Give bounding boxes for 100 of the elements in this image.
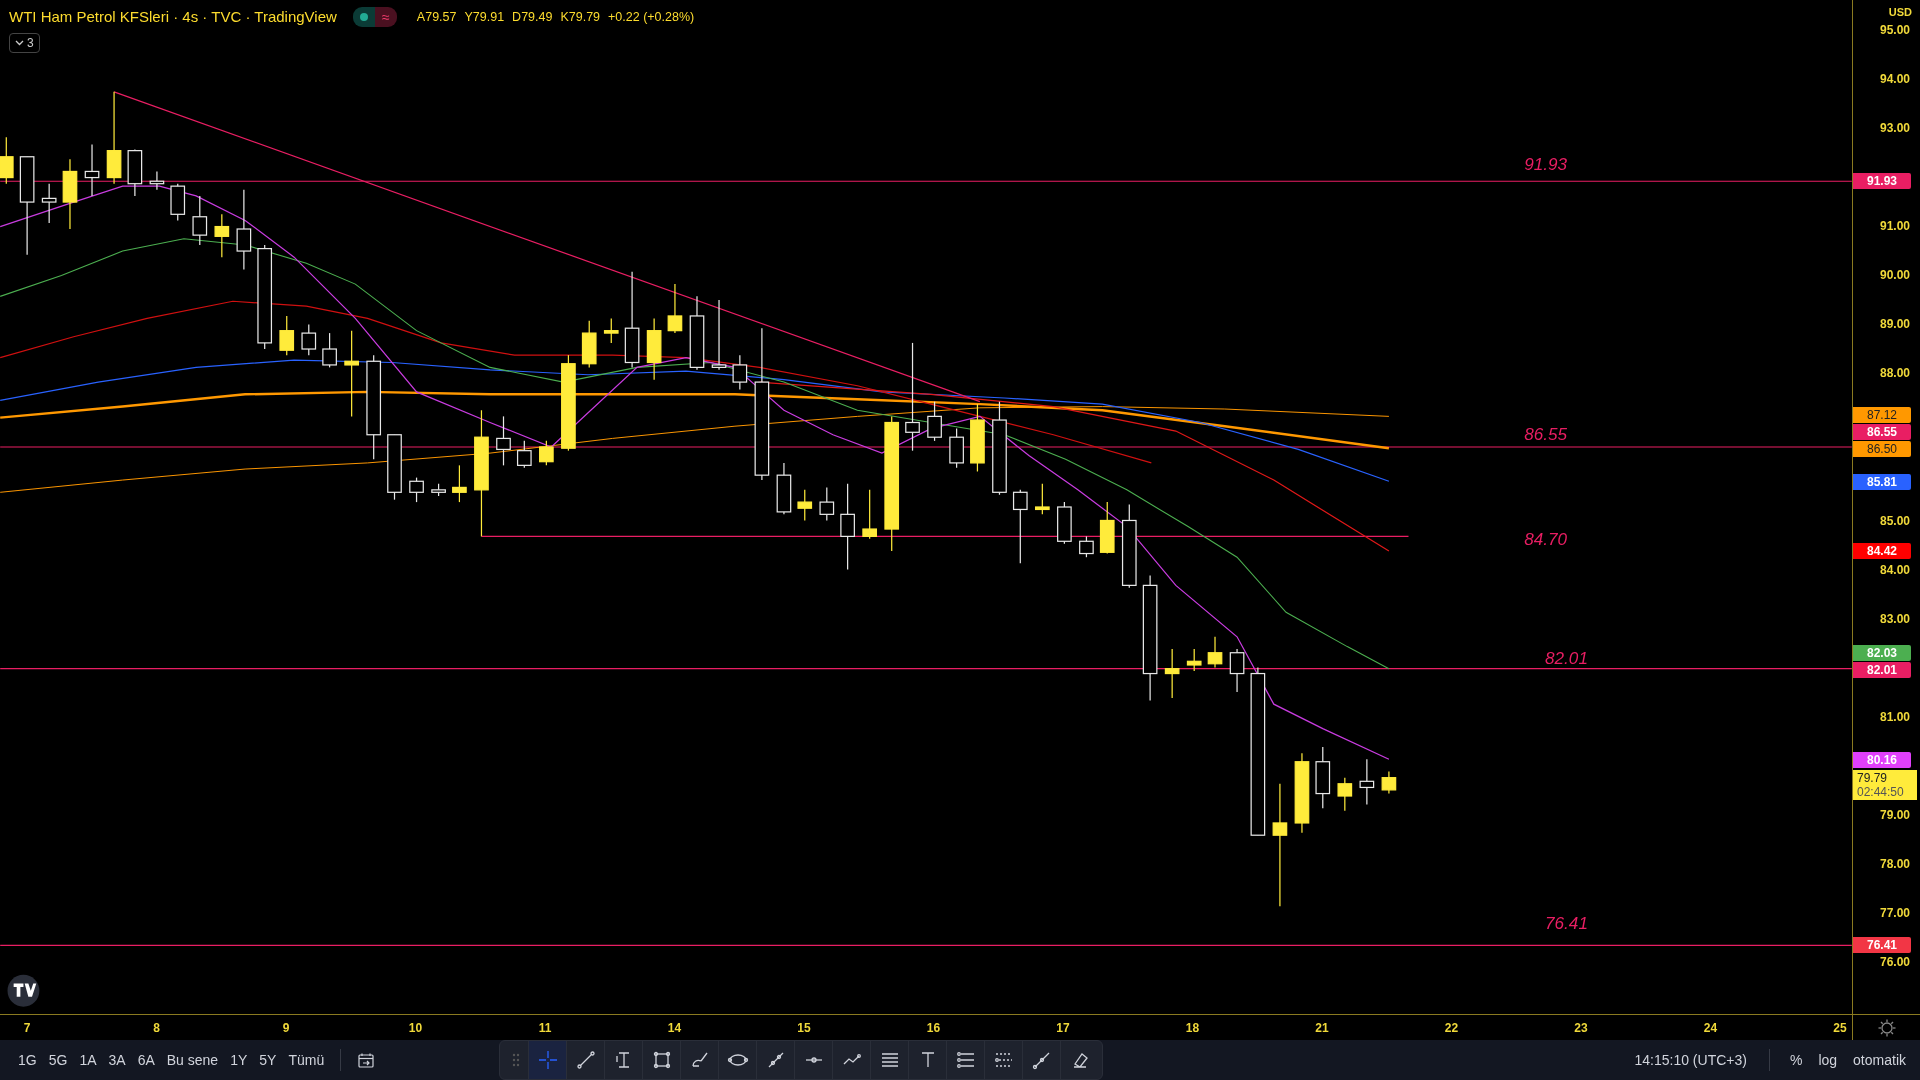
candlestick [192,195,208,246]
ohlc-value: K79.79 [560,8,601,26]
candlestick [409,477,424,503]
data-status-indicator: ≈ [374,7,397,28]
candlestick [949,428,964,469]
price-label: 88.00 [1879,365,1910,383]
price-label: 84.00 [1879,561,1910,579]
level-label: 91.93 [1524,154,1568,175]
candlestick [927,401,942,442]
candlestick [496,415,511,466]
time-label: 22 [1444,1020,1459,1037]
currency-selector[interactable]: USD [1888,4,1912,21]
price-tag: 91.93 [1853,173,1911,189]
price-label: 76.00 [1879,953,1910,971]
price-tag: 86.50 [1853,441,1911,457]
scale-option[interactable]: log [1812,1047,1844,1073]
range-button[interactable]: Bu sene [160,1047,225,1073]
calendar-icon [357,1051,376,1070]
candlestick [581,320,597,368]
time-label: 25 [1833,1020,1847,1037]
price-tag: 87.12 [1853,407,1911,423]
price-label: 77.00 [1879,904,1910,922]
price-label: 95.00 [1879,22,1910,39]
time-label: 10 [408,1020,423,1037]
candlestick [646,317,662,381]
clock-time: 14:15:10 (UTC+3) [1634,1050,1747,1070]
candlestick [279,315,295,356]
price-tag: 76.41 [1853,937,1911,953]
candlestick [322,332,337,368]
candlestick [862,489,877,540]
range-button[interactable]: 1A [73,1047,103,1073]
time-label: 23 [1574,1020,1588,1037]
range-button[interactable]: 1G [12,1047,43,1073]
market-status-icon [352,7,375,28]
candlestick [1099,501,1115,555]
price-label: 78.00 [1879,855,1910,873]
candlestick [1057,501,1072,545]
range-button[interactable]: 5Y [253,1047,283,1073]
price-label: 79.00 [1879,806,1910,824]
candlestick [776,462,792,515]
candlestick [62,158,78,230]
scale-option[interactable]: % [1783,1047,1809,1073]
candlestick [387,434,402,501]
time-label: 21 [1315,1020,1329,1037]
candlestick [301,323,317,356]
candlestick [431,483,446,497]
price-label: 85.00 [1879,512,1910,530]
candlestick [1079,535,1094,558]
time-label: 15 [797,1020,811,1037]
candlestick [0,136,14,185]
price-label: 94.00 [1879,71,1910,89]
bar-countdown: 02:44:50 [1857,785,1905,799]
ohlc-value: A79.57 [416,8,457,26]
price-tag: 80.16 [1853,752,1911,768]
ohlc-value: +0.22 (+0.28%) [608,8,695,26]
candlestick [1229,648,1245,693]
time-label: 9 [282,1020,290,1037]
price-label: 93.00 [1879,120,1910,138]
candlestick [127,148,143,197]
range-button[interactable]: 6A [131,1047,161,1073]
price-tag: 82.01 [1853,662,1911,678]
candlestick [84,143,100,197]
time-label: 24 [1703,1020,1718,1037]
level-label: 76.41 [1545,913,1588,934]
scale-option[interactable]: otomatik [1847,1047,1912,1073]
candlestick [1359,758,1375,806]
ohlc-value: Y79.91 [464,8,505,26]
range-button[interactable]: 5G [42,1047,74,1073]
candlestick [667,283,683,334]
settings-icon[interactable] [1877,1018,1896,1037]
ohlc-value: D79.49 [512,8,553,26]
last-price: 79.79 [1857,771,1889,785]
time-label: 14 [667,1020,682,1037]
time-label: 7 [23,1020,31,1037]
candlestick [516,440,532,469]
candlestick [41,183,57,224]
price-label: 90.00 [1879,267,1910,285]
candlestick [1337,777,1353,812]
candlestick [214,213,230,258]
price-tag: 86.55 [1853,424,1911,440]
candlestick [1315,746,1331,809]
logo-icon [7,974,40,1007]
candlestick [797,489,813,522]
chart-title: WTI Ham Petrol KFSleri · 4s · TVC · TradingView [9,7,337,27]
price-label: 83.00 [1879,610,1910,628]
candlestick [1035,483,1050,515]
price-label: 89.00 [1879,316,1910,334]
range-button[interactable]: 1Y [224,1047,254,1073]
level-label: 84.70 [1524,528,1568,549]
range-button[interactable]: 3A [102,1047,132,1073]
time-label: 11 [538,1020,552,1037]
candlestick [1207,636,1223,669]
candlestick [603,317,619,344]
indicators-toggle[interactable]: 3 [9,32,40,53]
candlestick [539,440,554,466]
candlestick [170,183,186,222]
candlestick [1186,648,1202,672]
level-label: 82.01 [1545,647,1588,668]
candlestick [819,486,835,522]
range-button[interactable]: Tümü [282,1047,331,1073]
